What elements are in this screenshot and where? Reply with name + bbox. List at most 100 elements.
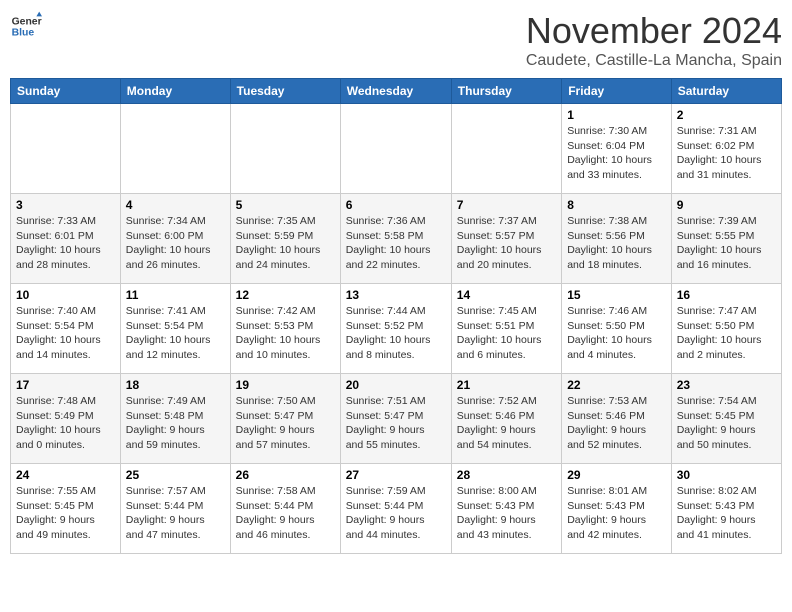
week-row-1: 1 Sunrise: 7:30 AMSunset: 6:04 PMDaylight…: [11, 104, 782, 194]
day-info: Sunrise: 7:50 AMSunset: 5:47 PMDaylight:…: [236, 394, 335, 453]
day-number: 26: [236, 468, 335, 482]
day-cell: [340, 104, 451, 194]
week-row-5: 24 Sunrise: 7:55 AMSunset: 5:45 PMDayligh…: [11, 464, 782, 554]
day-cell: 15Sunrise: 7:46 AMSunset: 5:50 PMDayligh…: [562, 284, 672, 374]
day-info: Sunrise: 7:44 AMSunset: 5:52 PMDaylight:…: [346, 304, 446, 363]
day-number: 18: [126, 378, 225, 392]
day-number: 16: [677, 288, 776, 302]
day-info: Sunrise: 7:58 AMSunset: 5:44 PMDaylight:…: [236, 484, 335, 543]
day-number: 22: [567, 378, 666, 392]
day-cell: 11Sunrise: 7:41 AMSunset: 5:54 PMDayligh…: [120, 284, 230, 374]
day-cell: [230, 104, 340, 194]
day-cell: 25 Sunrise: 7:57 AMSunset: 5:44 PMDayligh…: [120, 464, 230, 554]
day-number: 14: [457, 288, 556, 302]
day-info: Sunrise: 7:57 AMSunset: 5:44 PMDaylight:…: [126, 484, 225, 543]
day-number: 17: [16, 378, 115, 392]
day-info: Sunrise: 7:36 AMSunset: 5:58 PMDaylight:…: [346, 214, 446, 273]
week-row-4: 17 Sunrise: 7:48 AMSunset: 5:49 PMDayligh…: [11, 374, 782, 464]
day-number: 8: [567, 198, 666, 212]
day-number: 9: [677, 198, 776, 212]
day-cell: 1 Sunrise: 7:30 AMSunset: 6:04 PMDaylight…: [562, 104, 672, 194]
day-cell: 20 Sunrise: 7:51 AMSunset: 5:47 PMDayligh…: [340, 374, 451, 464]
day-number: 21: [457, 378, 556, 392]
day-cell: 22 Sunrise: 7:53 AMSunset: 5:46 PMDayligh…: [562, 374, 672, 464]
day-info: Sunrise: 7:37 AMSunset: 5:57 PMDaylight:…: [457, 214, 556, 273]
day-number: 7: [457, 198, 556, 212]
logo: General Blue: [10, 10, 42, 42]
day-info: Sunrise: 7:38 AMSunset: 5:56 PMDaylight:…: [567, 214, 666, 273]
day-info: Sunrise: 7:59 AMSunset: 5:44 PMDaylight:…: [346, 484, 446, 543]
day-cell: 3 Sunrise: 7:33 AMSunset: 6:01 PMDaylight…: [11, 194, 121, 284]
day-cell: 13Sunrise: 7:44 AMSunset: 5:52 PMDayligh…: [340, 284, 451, 374]
day-info: Sunrise: 7:31 AMSunset: 6:02 PMDaylight:…: [677, 124, 776, 183]
day-cell: 19 Sunrise: 7:50 AMSunset: 5:47 PMDayligh…: [230, 374, 340, 464]
day-number: 25: [126, 468, 225, 482]
day-number: 20: [346, 378, 446, 392]
day-info: Sunrise: 8:02 AMSunset: 5:43 PMDaylight:…: [677, 484, 776, 543]
day-info: Sunrise: 7:33 AMSunset: 6:01 PMDaylight:…: [16, 214, 115, 273]
svg-text:Blue: Blue: [12, 28, 35, 39]
column-header-tuesday: Tuesday: [230, 79, 340, 104]
day-cell: 16 Sunrise: 7:47 AMSunset: 5:50 PMDayligh…: [671, 284, 781, 374]
day-cell: 26 Sunrise: 7:58 AMSunset: 5:44 PMDayligh…: [230, 464, 340, 554]
title-area: November 2024 Caudete, Castille-La Manch…: [526, 10, 782, 70]
day-cell: 29Sunrise: 8:01 AMSunset: 5:43 PMDayligh…: [562, 464, 672, 554]
logo-icon: General Blue: [10, 10, 42, 42]
day-number: 10: [16, 288, 115, 302]
day-number: 19: [236, 378, 335, 392]
calendar-header-row: SundayMondayTuesdayWednesdayThursdayFrid…: [11, 79, 782, 104]
day-info: Sunrise: 8:00 AMSunset: 5:43 PMDaylight:…: [457, 484, 556, 543]
day-number: 30: [677, 468, 776, 482]
day-cell: 7 Sunrise: 7:37 AMSunset: 5:57 PMDaylight…: [451, 194, 561, 284]
day-info: Sunrise: 7:45 AMSunset: 5:51 PMDaylight:…: [457, 304, 556, 363]
day-cell: 30 Sunrise: 8:02 AMSunset: 5:43 PMDayligh…: [671, 464, 781, 554]
day-info: Sunrise: 7:55 AMSunset: 5:45 PMDaylight:…: [16, 484, 115, 543]
calendar-table: SundayMondayTuesdayWednesdayThursdayFrid…: [10, 78, 782, 554]
column-header-saturday: Saturday: [671, 79, 781, 104]
day-cell: 6 Sunrise: 7:36 AMSunset: 5:58 PMDaylight…: [340, 194, 451, 284]
day-info: Sunrise: 7:53 AMSunset: 5:46 PMDaylight:…: [567, 394, 666, 453]
day-number: 29: [567, 468, 666, 482]
day-cell: 5 Sunrise: 7:35 AMSunset: 5:59 PMDaylight…: [230, 194, 340, 284]
day-info: Sunrise: 7:30 AMSunset: 6:04 PMDaylight:…: [567, 124, 666, 183]
day-info: Sunrise: 7:49 AMSunset: 5:48 PMDaylight:…: [126, 394, 225, 453]
day-cell: [11, 104, 121, 194]
day-info: Sunrise: 7:41 AMSunset: 5:54 PMDaylight:…: [126, 304, 225, 363]
week-row-3: 10 Sunrise: 7:40 AMSunset: 5:54 PMDayligh…: [11, 284, 782, 374]
day-info: Sunrise: 7:52 AMSunset: 5:46 PMDaylight:…: [457, 394, 556, 453]
day-number: 5: [236, 198, 335, 212]
day-cell: 24 Sunrise: 7:55 AMSunset: 5:45 PMDayligh…: [11, 464, 121, 554]
day-number: 1: [567, 108, 666, 122]
day-cell: 4 Sunrise: 7:34 AMSunset: 6:00 PMDaylight…: [120, 194, 230, 284]
day-cell: 28 Sunrise: 8:00 AMSunset: 5:43 PMDayligh…: [451, 464, 561, 554]
day-number: 6: [346, 198, 446, 212]
day-info: Sunrise: 7:34 AMSunset: 6:00 PMDaylight:…: [126, 214, 225, 273]
column-header-friday: Friday: [562, 79, 672, 104]
day-cell: 23Sunrise: 7:54 AMSunset: 5:45 PMDayligh…: [671, 374, 781, 464]
column-header-thursday: Thursday: [451, 79, 561, 104]
day-cell: 10 Sunrise: 7:40 AMSunset: 5:54 PMDayligh…: [11, 284, 121, 374]
day-cell: 8 Sunrise: 7:38 AMSunset: 5:56 PMDaylight…: [562, 194, 672, 284]
day-cell: 9Sunrise: 7:39 AMSunset: 5:55 PMDaylight…: [671, 194, 781, 284]
column-header-monday: Monday: [120, 79, 230, 104]
column-header-sunday: Sunday: [11, 79, 121, 104]
svg-text:General: General: [12, 16, 42, 27]
day-number: 4: [126, 198, 225, 212]
day-info: Sunrise: 7:48 AMSunset: 5:49 PMDaylight:…: [16, 394, 115, 453]
column-header-wednesday: Wednesday: [340, 79, 451, 104]
day-cell: [451, 104, 561, 194]
day-info: Sunrise: 7:51 AMSunset: 5:47 PMDaylight:…: [346, 394, 446, 453]
day-info: Sunrise: 7:54 AMSunset: 5:45 PMDaylight:…: [677, 394, 776, 453]
day-cell: 14 Sunrise: 7:45 AMSunset: 5:51 PMDayligh…: [451, 284, 561, 374]
day-info: Sunrise: 7:47 AMSunset: 5:50 PMDaylight:…: [677, 304, 776, 363]
day-info: Sunrise: 7:46 AMSunset: 5:50 PMDaylight:…: [567, 304, 666, 363]
day-number: 3: [16, 198, 115, 212]
day-cell: 27Sunrise: 7:59 AMSunset: 5:44 PMDayligh…: [340, 464, 451, 554]
day-info: Sunrise: 7:35 AMSunset: 5:59 PMDaylight:…: [236, 214, 335, 273]
day-info: Sunrise: 7:42 AMSunset: 5:53 PMDaylight:…: [236, 304, 335, 363]
day-number: 28: [457, 468, 556, 482]
day-cell: [120, 104, 230, 194]
day-number: 24: [16, 468, 115, 482]
day-info: Sunrise: 7:40 AMSunset: 5:54 PMDaylight:…: [16, 304, 115, 363]
day-cell: 2Sunrise: 7:31 AMSunset: 6:02 PMDaylight…: [671, 104, 781, 194]
